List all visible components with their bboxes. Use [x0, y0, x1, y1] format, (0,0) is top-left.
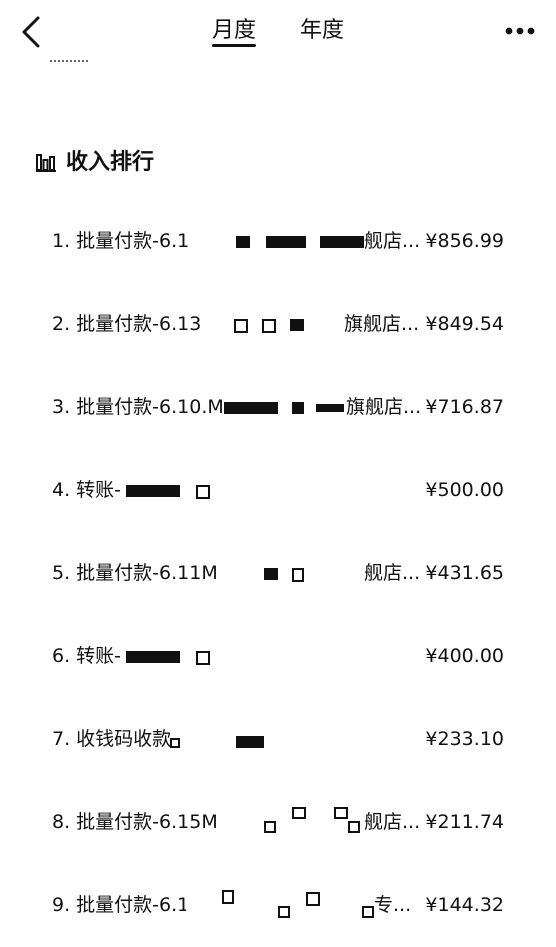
item-amount: ¥431.65 [425, 562, 504, 584]
list-item[interactable]: 2. 批量付款-6.13 旗舰店... ¥849.54 [0, 283, 556, 366]
redaction [170, 722, 420, 756]
item-label-suffix: 旗舰店... [344, 313, 420, 335]
item-label-suffix: 舰店... [364, 230, 421, 252]
redaction-mark [224, 402, 278, 414]
redaction-mark [196, 651, 210, 665]
redaction-mark [348, 821, 360, 833]
redaction-mark [292, 807, 306, 819]
redaction-mark [126, 651, 180, 663]
redaction-mark [292, 568, 304, 582]
redaction-mark [236, 236, 250, 248]
list-item[interactable]: 8. 批量付款-6.15M 舰店... ¥211.74 [0, 781, 556, 864]
more-horizontal-icon[interactable] [504, 24, 536, 38]
redaction-mark [316, 404, 344, 412]
redaction-mark [290, 319, 304, 331]
redaction-mark [334, 807, 348, 819]
item-amount: ¥233.10 [425, 728, 504, 750]
list-item[interactable]: 9. 批量付款-6.1 专... ¥144.32 [0, 864, 556, 947]
redaction-mark [126, 485, 180, 497]
redaction-mark [196, 485, 210, 499]
section-title: 收入排行 [66, 150, 155, 175]
redaction-mark [262, 319, 276, 333]
item-amount: ¥211.74 [425, 811, 504, 833]
bar-chart-icon [36, 154, 56, 172]
redaction-mark [306, 892, 320, 906]
item-label-suffix: 旗舰店... [346, 396, 422, 418]
item-amount: ¥500.00 [425, 479, 504, 501]
item-amount: ¥849.54 [425, 313, 504, 335]
redaction-mark [362, 906, 374, 918]
tab-month[interactable]: 月度 [212, 16, 256, 46]
list-item[interactable]: 4. 转账- ¥500.00 [0, 449, 556, 532]
chevron-left-icon[interactable] [16, 14, 46, 50]
list-item[interactable]: 7. 收钱码收款 ¥233.10 [0, 698, 556, 781]
redaction-mark [234, 319, 248, 333]
redaction-mark [320, 236, 364, 248]
scroll-remnant-divider [50, 60, 88, 62]
redaction-mark [170, 738, 180, 748]
item-amount: ¥716.87 [425, 396, 504, 418]
list-item[interactable]: 5. 批量付款-6.11M 舰店... ¥431.65 [0, 532, 556, 615]
top-bar: 月度 年度 [0, 0, 556, 64]
redaction-mark [264, 568, 278, 580]
item-amount: ¥144.32 [425, 894, 504, 916]
list-item[interactable]: 6. 转账- ¥400.00 [0, 615, 556, 698]
list-item[interactable]: 1. 批量付款-6.1 舰店... ¥856.99 [0, 200, 556, 283]
item-label-suffix: 舰店... [364, 811, 421, 833]
item-amount: ¥856.99 [425, 230, 504, 252]
active-tab-indicator [212, 44, 256, 47]
list-item[interactable]: 3. 批量付款-6.10.M 旗舰店... ¥716.87 [0, 366, 556, 449]
tab-year[interactable]: 年度 [300, 16, 344, 46]
redaction-mark [292, 402, 304, 414]
redaction-mark [222, 890, 234, 904]
item-label-suffix: 专... [374, 894, 412, 916]
redaction-mark [236, 736, 264, 748]
item-label-suffix: 舰店... [364, 562, 421, 584]
redaction-mark [266, 236, 306, 248]
redaction-mark [264, 821, 276, 833]
item-amount: ¥400.00 [425, 645, 504, 667]
redaction-mark [278, 906, 290, 918]
